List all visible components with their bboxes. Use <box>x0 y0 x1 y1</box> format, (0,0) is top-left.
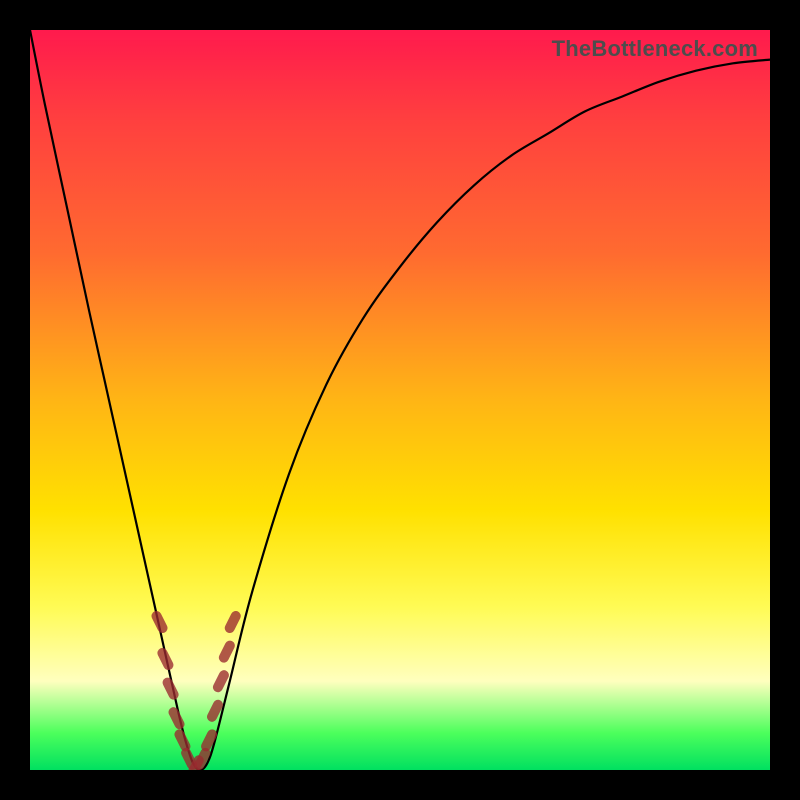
bead <box>157 616 163 628</box>
bead <box>230 616 236 628</box>
bead <box>212 705 218 717</box>
bead <box>179 734 185 746</box>
bead <box>224 646 230 658</box>
bottleneck-curve <box>30 30 770 770</box>
bead <box>162 653 168 665</box>
curve-layer <box>30 30 770 770</box>
bead <box>186 753 192 765</box>
outer-frame: TheBottleneck.com <box>0 0 800 800</box>
beads-group <box>157 616 236 770</box>
bead <box>206 734 212 746</box>
bead <box>174 712 180 724</box>
bead <box>199 753 205 765</box>
bead <box>168 683 174 695</box>
bead <box>218 675 224 687</box>
plot-area: TheBottleneck.com <box>30 30 770 770</box>
